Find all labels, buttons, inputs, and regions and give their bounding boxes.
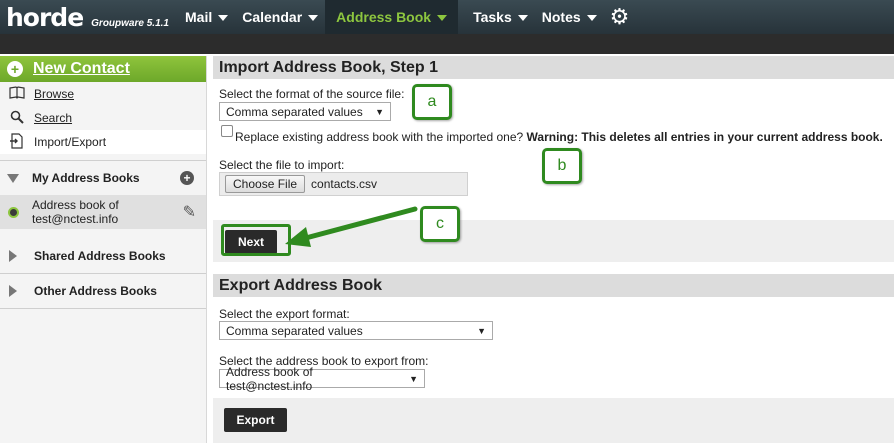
expand-triangle-icon[interactable] <box>9 250 17 262</box>
nav-notes[interactable]: Notes <box>535 0 604 34</box>
export-title: Export Address Book <box>213 274 894 297</box>
sidebar-item-browse[interactable]: Browse <box>0 82 206 106</box>
nav-mail[interactable]: Mail <box>178 0 235 34</box>
select-value: Address book of test@nctest.info <box>226 364 313 393</box>
import-export-icon <box>9 132 25 152</box>
import-title: Import Address Book, Step 1 <box>213 56 894 79</box>
address-book-item[interactable]: Address book of test@nctest.info ✎ <box>0 195 206 229</box>
main-nav: Mail Calendar Address Book Tasks Notes ⚙ <box>178 0 635 34</box>
export-source-select[interactable]: Address book of test@nctest.info ▼ <box>219 365 425 393</box>
warning-text: Warning: This deletes all entries in you… <box>526 130 883 144</box>
section-label: Shared Address Books <box>34 249 166 263</box>
export-button-bar <box>213 398 894 443</box>
horde-logo[interactable]: horde Groupware 5.1.1 <box>0 3 178 32</box>
pencil-icon[interactable]: ✎ <box>183 202 196 222</box>
chevron-down-icon <box>218 15 229 21</box>
file-import-label: Select the file to import: <box>219 158 345 172</box>
search-icon <box>9 110 25 127</box>
nav-tasks-label: Tasks <box>473 9 512 25</box>
nav-address-book-label: Address Book <box>336 9 432 25</box>
annotation-arrow-icon <box>285 206 418 247</box>
my-address-books-header[interactable]: My Address Books + <box>0 161 206 195</box>
file-input[interactable]: Choose File contacts.csv <box>219 172 468 196</box>
new-contact-label: New Contact <box>33 60 130 77</box>
nav-calendar-label: Calendar <box>242 9 303 25</box>
sidebar-item-label: Import/Export <box>34 135 107 149</box>
annotation-callout-a: a <box>412 84 452 120</box>
section-label: My Address Books <box>32 171 140 185</box>
annotation-callout-c: c <box>420 206 460 242</box>
expand-triangle-icon[interactable] <box>9 285 17 297</box>
nav-address-book[interactable]: Address Book <box>325 0 459 34</box>
export-button[interactable]: Export <box>224 408 287 432</box>
sidebar: + New Contact Browse Search Import/Expor… <box>0 56 207 443</box>
sidebar-item-label: Search <box>34 111 73 125</box>
section-label: Other Address Books <box>34 284 157 298</box>
sub-toolbar <box>0 34 894 54</box>
shared-address-books-header[interactable]: Shared Address Books <box>0 239 206 273</box>
next-button-highlight <box>221 224 291 256</box>
logo-text: horde <box>6 2 84 32</box>
active-book-indicator-icon <box>8 206 19 218</box>
export-format-label: Select the export format: <box>219 307 350 321</box>
other-address-books-header[interactable]: Other Address Books <box>0 274 206 308</box>
import-format-label: Select the format of the source file: <box>219 87 405 101</box>
annotation-callout-b: b <box>542 148 582 184</box>
dropdown-arrow-icon: ▼ <box>375 106 384 117</box>
sidebar-item-search[interactable]: Search <box>0 106 206 130</box>
file-name: contacts.csv <box>311 177 378 191</box>
replace-label: Replace existing address book with the i… <box>235 130 524 144</box>
gear-icon[interactable]: ⚙ <box>604 4 636 30</box>
new-contact-button[interactable]: + New Contact <box>0 56 206 82</box>
add-address-book-icon[interactable]: + <box>180 171 194 185</box>
chevron-down-icon <box>308 15 319 21</box>
choose-file-button[interactable]: Choose File <box>225 175 306 193</box>
dropdown-arrow-icon: ▼ <box>477 325 486 336</box>
plus-icon: + <box>7 61 23 77</box>
dropdown-arrow-icon: ▼ <box>409 373 418 384</box>
replace-row: Replace existing address book with the i… <box>235 130 883 144</box>
nav-mail-label: Mail <box>185 9 213 25</box>
book-icon <box>9 85 25 103</box>
chevron-down-icon <box>437 15 448 21</box>
sidebar-item-import-export[interactable]: Import/Export <box>0 130 206 154</box>
chevron-down-icon <box>517 15 528 21</box>
nav-calendar[interactable]: Calendar <box>235 0 325 34</box>
nav-tasks[interactable]: Tasks <box>466 0 535 34</box>
nav-notes-label: Notes <box>541 9 581 25</box>
collapse-triangle-icon[interactable] <box>7 173 19 183</box>
address-book-label: Address book of test@nctest.info <box>32 198 119 226</box>
chevron-down-icon <box>586 15 597 21</box>
import-format-select[interactable]: Comma separated values ▼ <box>219 102 391 121</box>
sidebar-item-label: Browse <box>34 87 75 101</box>
export-format-select[interactable]: Comma separated values ▼ <box>219 321 493 340</box>
version-text: Groupware 5.1.1 <box>91 17 169 29</box>
top-navigation-bar: horde Groupware 5.1.1 Mail Calendar Addr… <box>0 0 894 34</box>
select-value: Comma separated values <box>226 104 363 119</box>
divider <box>0 308 206 309</box>
select-value: Comma separated values <box>226 323 363 338</box>
replace-checkbox[interactable] <box>221 125 233 137</box>
